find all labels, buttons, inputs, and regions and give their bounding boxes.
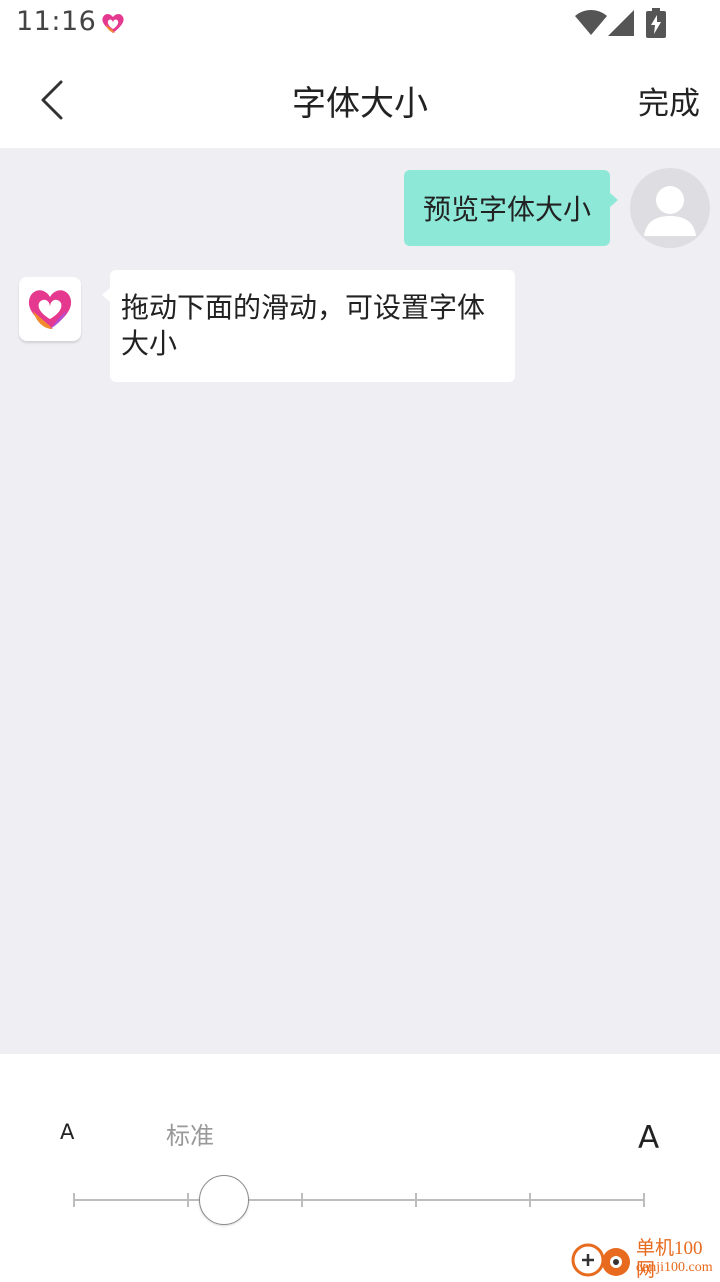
wifi-icon (575, 10, 607, 35)
slider-tick (187, 1193, 189, 1207)
received-message-bubble: 拖动下面的滑动，可设置字体大小 (102, 270, 515, 382)
slider-tick (301, 1193, 303, 1207)
large-font-label: A (638, 1120, 660, 1156)
status-time: 11:16 (16, 6, 97, 37)
standard-size-label: 标准 (166, 1122, 214, 1150)
nav-bar: 字体大小 完成 (0, 48, 720, 148)
user-avatar (630, 168, 710, 248)
slider-tick (415, 1193, 417, 1207)
signal-icon (608, 10, 634, 36)
slider-track[interactable] (74, 1199, 644, 1201)
battery-charging-icon (646, 8, 666, 38)
slider-tick (73, 1193, 75, 1207)
page-title: 字体大小 (292, 84, 428, 124)
app-heart-icon (102, 14, 124, 33)
small-font-label: A (60, 1120, 75, 1144)
sent-message-bubble: 预览字体大小 (404, 170, 618, 246)
received-message-text: 拖动下面的滑动，可设置字体大小 (121, 291, 486, 360)
done-button[interactable]: 完成 (638, 78, 700, 123)
slider-thumb[interactable] (199, 1175, 249, 1225)
app-logo-icon (28, 290, 72, 329)
watermark-logo-icon (571, 1243, 630, 1277)
slider-tick (529, 1193, 531, 1207)
person-icon (644, 186, 696, 236)
sent-message-text: 预览字体大小 (422, 193, 591, 226)
slider-tick (643, 1193, 645, 1207)
chat-preview-area: 预览字体大小 拖动下面的滑动，可设置字体大小 (0, 148, 720, 1054)
watermark-url: danji100.com (636, 1260, 713, 1275)
status-bar: 11:16 (0, 0, 720, 48)
watermark: 单机100网 danji100.com (570, 1238, 720, 1281)
app-avatar (19, 277, 81, 341)
